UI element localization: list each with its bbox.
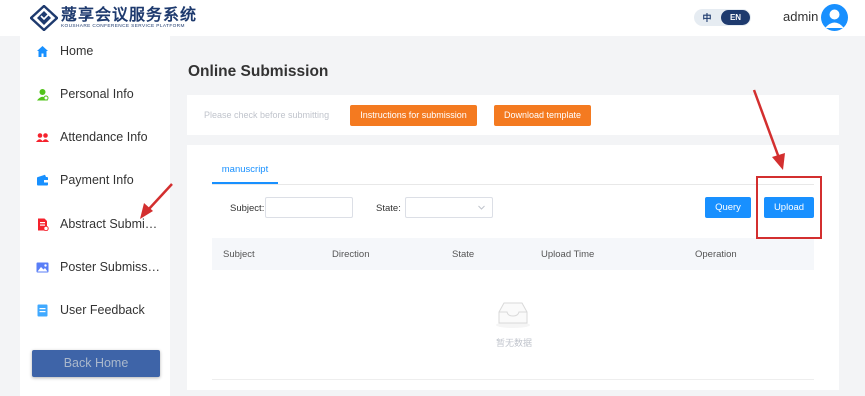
empty-state-text: 暂无数据 (495, 339, 532, 349)
sidebar-item-label: Home (60, 44, 94, 58)
sidebar: Home Personal Info Attendance Info Payme… (20, 36, 170, 396)
state-select[interactable] (405, 197, 493, 218)
sidebar-item-poster-submission[interactable]: Poster Submission (20, 255, 170, 279)
logo-icon (30, 5, 58, 31)
sidebar-item-label: Poster Submission (60, 260, 162, 274)
sidebar-item-personal-info[interactable]: Personal Info (20, 82, 170, 106)
page-title: Online Submission (188, 63, 329, 80)
lang-option-en[interactable]: EN (721, 10, 750, 25)
chevron-down-icon (478, 205, 485, 210)
instructions-button[interactable]: Instructions for submission (350, 105, 477, 126)
language-toggle[interactable]: 中 EN (694, 9, 751, 26)
image-icon (36, 262, 49, 272)
table-header: Subject Direction State Upload Time Oper… (212, 238, 814, 270)
sidebar-item-abstract-submission[interactable]: Abstract Submission (20, 212, 170, 236)
submission-panel: manuscript Subject: State: Query Upload … (187, 145, 839, 390)
column-header-subject: Subject (223, 249, 255, 260)
highlight-box (756, 176, 822, 239)
logo-subtitle: KOUSHARE CONFERENCE SERVICE PLATFORM (61, 23, 185, 29)
user-avatar-icon (825, 9, 844, 28)
sidebar-item-label: Abstract Submission (60, 217, 162, 231)
sidebar-item-label: Attendance Info (60, 130, 148, 144)
query-button[interactable]: Query (705, 197, 751, 218)
feedback-icon (37, 304, 48, 316)
table-divider (212, 379, 814, 380)
wallet-icon (37, 174, 48, 185)
username[interactable]: admin (783, 9, 818, 24)
submission-toolbar: Please check before submitting Instructi… (187, 95, 839, 135)
sidebar-item-label: User Feedback (60, 303, 145, 317)
sidebar-item-payment-info[interactable]: Payment Info (20, 168, 170, 192)
hint-text: Please check before submitting (204, 110, 330, 120)
top-header: 蔻享会议服务系统 KOUSHARE CONFERENCE SERVICE PLA… (0, 0, 865, 36)
empty-box-icon (496, 302, 530, 328)
sidebar-item-label: Personal Info (60, 87, 134, 101)
tab-divider (212, 184, 814, 185)
home-icon (37, 45, 48, 57)
group-icon (36, 132, 49, 142)
column-header-direction: Direction (332, 249, 370, 260)
subject-input[interactable] (265, 197, 353, 218)
lang-option-cn[interactable]: 中 (694, 11, 720, 24)
sidebar-item-label: Payment Info (60, 173, 134, 187)
column-header-state: State (452, 249, 475, 260)
sidebar-item-user-feedback[interactable]: User Feedback (20, 298, 170, 322)
tab-manuscript[interactable]: manuscript (212, 162, 278, 184)
column-header-operation: Operation (695, 249, 737, 260)
document-icon (38, 218, 49, 231)
download-template-button[interactable]: Download template (494, 105, 591, 126)
state-label: State: (376, 203, 401, 214)
avatar[interactable] (821, 4, 848, 31)
column-header-upload-time: Upload Time (541, 249, 595, 260)
subject-label: Subject: (230, 203, 265, 214)
logo-title: 蔻享会议服务系统 (61, 5, 198, 24)
sidebar-item-home[interactable]: Home (20, 39, 170, 63)
logo[interactable]: 蔻享会议服务系统 KOUSHARE CONFERENCE SERVICE PLA… (30, 5, 197, 31)
sidebar-item-attendance-info[interactable]: Attendance Info (20, 125, 170, 149)
person-icon (37, 88, 49, 100)
back-home-button[interactable]: Back Home (32, 350, 160, 377)
